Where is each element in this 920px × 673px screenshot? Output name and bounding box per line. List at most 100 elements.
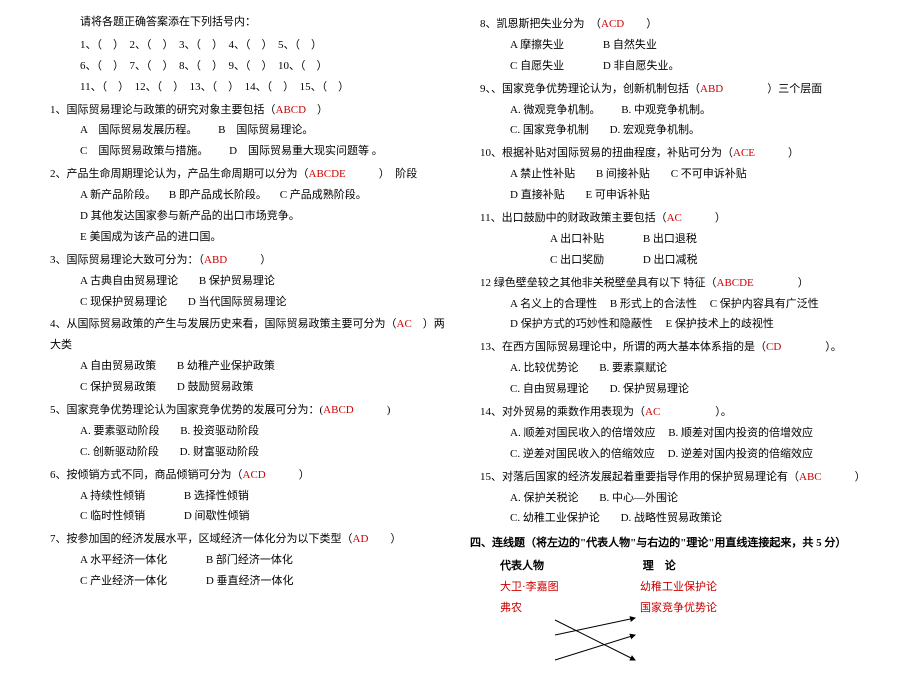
q12-optB: B 形式上的合法性 (610, 294, 697, 315)
q6-options-row2: C 临时性倾销 D 间歇性倾销 (80, 506, 450, 527)
q12-optE: E 保护技术上的歧视性 (665, 314, 773, 335)
q2-optC: C 产品成熟阶段。 (280, 185, 367, 206)
q4-optD: D 鼓励贸易政策 (177, 377, 254, 398)
answer-slots-row2: 6、（ ） 7、（ ） 8、（ ） 9、（ ） 10、（ ） (80, 56, 450, 77)
q9-options-row2: C. 国家竞争机制 D. 宏观竞争机制。 (510, 120, 880, 141)
q8-text: 8、凯恩斯把失业分为 （ (480, 18, 601, 30)
q9-tail: ）三个层面 (723, 83, 822, 95)
question-12: 12 绿色壁垒较之其他非关税壁垒具有以下 特征（ABCDE ） (480, 273, 880, 294)
q8-optD: D 非自愿失业。 (603, 56, 680, 77)
q13-optD: D. 保护贸易理论 (610, 379, 689, 400)
q4-optC: C 保护贸易政策 (80, 377, 156, 398)
question-4: 4、从国际贸易政策的产生与发展历史来看，国际贸易政策主要可分为（AC ）两大类 (50, 314, 450, 356)
q1-optD: D 国际贸易重大现实问题等 。 (229, 141, 383, 162)
q7-optC: C 产业经济一体化 (80, 571, 167, 592)
q12-options-row1: A 名义上的合理性 B 形式上的合法性 C 保护内容具有广泛性 (510, 294, 880, 315)
left-column: 请将各题正确答案添在下列括号内： 1、（ ） 2、（ ） 3、（ ） 4、（ ）… (30, 12, 460, 625)
q14-optC: C. 逆差对国民收入的倍缩效应 (510, 444, 655, 465)
q3-tail: ） (227, 254, 271, 266)
question-6: 6、按倾销方式不同，商品倾销可分为（ACD ） (50, 465, 450, 486)
q15-tail: ） (822, 471, 866, 483)
q5-optC: C. 创新驱动阶段 (80, 442, 159, 463)
q9-optD: D. 宏观竞争机制。 (610, 120, 700, 141)
q2-options-row2: D 其他发达国家参与新产品的出口市场竞争。 E 美国成为该产品的进口国。 (80, 206, 450, 248)
q3-text: 3、国际贸易理论大致可分为：（ (50, 254, 204, 266)
question-9: 9、、国家竞争优势理论认为，创新机制包括（ABD ）三个层面 (480, 79, 880, 100)
q11-options-row1: A 出口补贴 B 出口退税 (550, 229, 880, 250)
q4-answer: AC (397, 318, 412, 330)
q10-answer: ACE (733, 147, 755, 159)
q6-tail: ） (266, 469, 310, 481)
match-header: 代表人物 理 论 (500, 556, 880, 577)
q4-text: 4、从国际贸易政策的产生与发展历史来看，国际贸易政策主要可分为（ (50, 318, 397, 330)
q9-optA: A. 微观竞争机制。 (510, 100, 600, 121)
q13-options-row2: C. 自由贸易理论 D. 保护贸易理论 (510, 379, 880, 400)
question-14: 14、对外贸易的乘数作用表现为（AC ）。 (480, 402, 880, 423)
q14-optD: D. 逆差对国内投资的倍缩效应 (668, 444, 813, 465)
question-15: 15、对落后国家的经济发展起着重要指导作用的保护贸易理论有（ABC ） (480, 467, 880, 488)
q12-answer: ABCDE (717, 277, 754, 289)
q6-optB: B 选择性倾销 (184, 486, 249, 507)
q11-options-row2: C 出口奖励 D 出口减税 (550, 250, 880, 271)
q1-optC: C 国际贸易政策与措施。 (80, 141, 208, 162)
q12-options-row2: D 保护方式的巧妙性和隐蔽性 E 保护技术上的歧视性 (510, 314, 880, 335)
q2-text: 2、产品生命周期理论认为，产品生命周期可以分为（ (50, 168, 309, 180)
q3-options-row1: A 古典自由贸易理论 B 保护贸易理论 (80, 271, 450, 292)
q3-optD: D 当代国际贸易理论 (188, 292, 287, 313)
q3-optB: B 保护贸易理论 (199, 271, 275, 292)
q13-text: 13、在西方国际贸易理论中，所谓的两大基本体系指的是（ (480, 341, 766, 353)
q10-optC: C 不可申诉补贴 (671, 164, 747, 185)
q10-text: 10、根据补贴对国际贸易的扭曲程度，补贴可分为（ (480, 147, 733, 159)
q15-optD: D. 战略性贸易政策论 (621, 508, 722, 529)
q5-optD: D. 财富驱动阶段 (180, 442, 259, 463)
q8-answer: ACD (601, 18, 624, 30)
question-13: 13、在西方国际贸易理论中，所谓的两大基本体系指的是（CD ）。 (480, 337, 880, 358)
q7-text: 7、按参加国的经济发展水平，区域经济一体化分为以下类型（ (50, 533, 353, 545)
q9-optB: B. 中观竞争机制。 (621, 100, 711, 121)
q15-options-row2: C. 幼稚工业保护论 D. 战略性贸易政策论 (510, 508, 880, 529)
q7-optB: B 部门经济一体化 (206, 550, 293, 571)
q13-tail: ）。 (781, 341, 842, 353)
q13-optA: A. 比较优势论 (510, 358, 578, 379)
q2-optE: E 美国成为该产品的进口国。 (80, 227, 221, 248)
q2-optB: B 即产品成长阶段。 (169, 185, 267, 206)
q10-optB: B 间接补贴 (596, 164, 650, 185)
match-row-1: 大卫·李嘉图 幼稚工业保护论 (500, 577, 880, 598)
q5-optB: B. 投资驱动阶段 (180, 421, 259, 442)
question-7: 7、按参加国的经济发展水平，区域经济一体化分为以下类型（AD ） (50, 529, 450, 550)
q15-text: 15、对落后国家的经济发展起着重要指导作用的保护贸易理论有（ (480, 471, 799, 483)
q6-optC: C 临时性倾销 (80, 506, 145, 527)
q10-tail: ） (755, 147, 799, 159)
q13-optB: B. 要素禀赋论 (599, 358, 667, 379)
q4-optA: A 自由贸易政策 (80, 356, 156, 377)
q10-optE: E 可申诉补贴 (585, 185, 649, 206)
q10-optD: D 直接补贴 (510, 185, 565, 206)
question-1: 1、国际贸易理论与政策的研究对象主要包括（ABCD ） (50, 100, 450, 121)
q14-answer: AC (645, 406, 660, 418)
q9-text: 9、、国家竞争优势理论认为，创新机制包括（ (480, 83, 700, 95)
q5-text: 5、国家竞争优势理论认为国家竞争优势的发展可分为：( (50, 404, 323, 416)
q12-optC: C 保护内容具有广泛性 (710, 294, 819, 315)
q13-optC: C. 自由贸易理论 (510, 379, 589, 400)
q5-optA: A. 要素驱动阶段 (80, 421, 159, 442)
q14-optB: B. 顺差对国内投资的倍增效应 (668, 423, 813, 444)
q8-options-row1: A 摩擦失业 B 自然失业 (510, 35, 880, 56)
q7-tail: ） (368, 533, 401, 545)
q6-answer: ACD (243, 469, 266, 481)
q1-text: 1、国际贸易理论与政策的研究对象主要包括（ (50, 104, 276, 116)
q1-optA: A 国际贸易发展历程。 (80, 120, 197, 141)
q3-optC: C 现保护贸易理论 (80, 292, 167, 313)
q8-optA: A 摩擦失业 (510, 35, 564, 56)
q2-optD: D 其他发达国家参与新产品的出口市场竞争。 (80, 206, 300, 227)
question-8: 8、凯恩斯把失业分为 （ACD ） (480, 14, 880, 35)
connection-lines-icon (500, 615, 760, 665)
q8-optB: B 自然失业 (603, 35, 657, 56)
q7-options-row1: A 水平经济一体化 B 部门经济一体化 (80, 550, 450, 571)
q15-optB: B. 中心—外围论 (599, 488, 678, 509)
q7-optD: D 垂直经济一体化 (206, 571, 294, 592)
q10-options-row2: D 直接补贴 E 可申诉补贴 (510, 185, 880, 206)
q1-options-row2: C 国际贸易政策与措施。 D 国际贸易重大现实问题等 。 (80, 141, 450, 162)
q13-answer: CD (766, 341, 781, 353)
question-2: 2、产品生命周期理论认为，产品生命周期可以分为（ABCDE ） 阶段 (50, 164, 450, 185)
q7-options-row2: C 产业经济一体化 D 垂直经济一体化 (80, 571, 450, 592)
